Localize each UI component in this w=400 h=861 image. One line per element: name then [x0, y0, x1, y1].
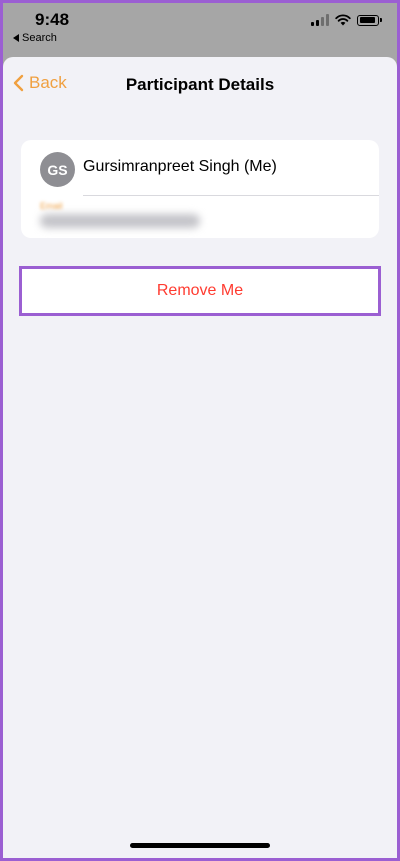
page-title: Participant Details — [125, 75, 275, 94]
email-label-blurred: Email — [40, 201, 63, 211]
row-divider — [83, 195, 379, 196]
participant-row: GS Gursimranpreet Singh (Me) — [21, 140, 379, 195]
navigation-bar: Back Participant Details — [3, 57, 397, 113]
home-indicator — [130, 843, 270, 848]
back-triangle-icon — [13, 34, 19, 42]
status-icons — [311, 14, 382, 26]
participant-name: Gursimranpreet Singh (Me) — [83, 158, 277, 175]
participant-card: GS Gursimranpreet Singh (Me) Email — [21, 140, 379, 238]
status-time: 9:48 — [35, 10, 70, 29]
status-bar: 9:48 Search — [3, 3, 397, 61]
cellular-signal-icon — [311, 14, 329, 26]
wifi-icon — [335, 14, 351, 26]
email-value-blurred — [40, 214, 200, 228]
avatar: GS — [40, 152, 75, 187]
remove-me-highlight: Remove Me — [19, 266, 381, 316]
back-to-app-link[interactable]: Search — [13, 32, 57, 44]
remove-me-button[interactable]: Remove Me — [22, 269, 378, 313]
participant-details-sheet: Back Participant Details GS Gursimranpre… — [3, 57, 397, 858]
back-to-app-label: Search — [22, 32, 57, 44]
screen-frame: 9:48 Search Back Participant Details GS … — [3, 3, 397, 858]
battery-icon — [357, 14, 382, 26]
